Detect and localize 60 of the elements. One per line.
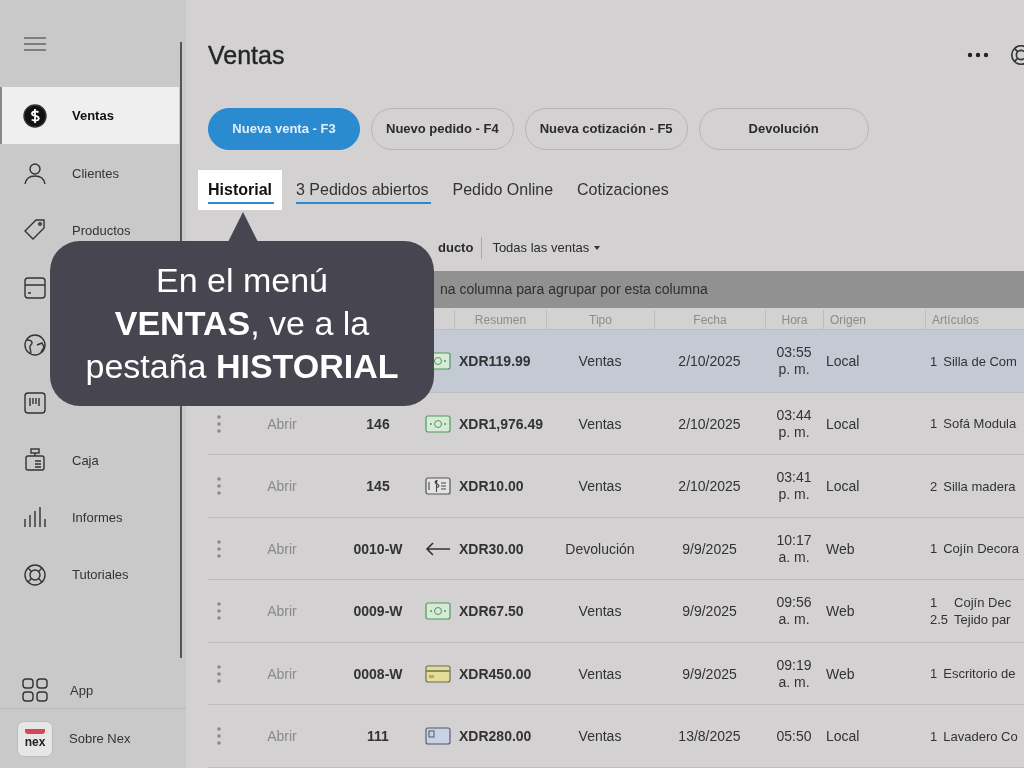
item-quantity: 1 [930, 352, 938, 370]
sale-date: 9/9/2025 [682, 540, 737, 557]
item-name: Silla de Com [943, 352, 1018, 370]
sale-total: XDR450.00 [459, 665, 532, 682]
sale-type: Devolución [565, 540, 635, 557]
order-number: 146 [366, 415, 390, 432]
item-quantity: 2.5 [930, 611, 949, 629]
item-name: Escritorio de [943, 665, 1017, 683]
item-name: Cojín Dec [954, 594, 1013, 612]
item-quantity: 1 [930, 540, 938, 558]
sale-date: 9/9/2025 [682, 603, 737, 620]
sale-origin: Local [826, 728, 860, 745]
filter-label: ducto [438, 236, 483, 259]
order-number: 145 [366, 478, 390, 495]
order-number: 0008-W [353, 665, 403, 682]
sale-total: XDR30.00 [459, 540, 524, 557]
item-quantity: 1 [930, 594, 939, 612]
item-name: Silla madera [943, 477, 1017, 495]
sale-type: Ventas [578, 603, 622, 620]
sale-origin: Web [826, 603, 855, 620]
item-quantity: 1 [930, 665, 938, 683]
sale-time: 03:44 p. m. [776, 406, 812, 441]
item-quantity: 1 [930, 415, 938, 433]
sale-date: 2/10/2025 [678, 353, 741, 370]
order-number: 0010-W [353, 540, 403, 557]
sale-type: Ventas [578, 353, 622, 370]
sale-date: 13/8/2025 [678, 728, 741, 745]
sale-type: Ventas [578, 415, 622, 432]
item-name: Sofá Modula [943, 415, 1018, 433]
sale-date: 2/10/2025 [678, 415, 741, 432]
nex-logo: nex [17, 720, 53, 757]
order-number: 111 [367, 728, 389, 745]
sale-date: 9/9/2025 [682, 665, 737, 682]
item-quantity: 2 [930, 477, 938, 495]
item-name: Cojín Decora [943, 540, 1021, 558]
sale-total: XDR10.00 [459, 478, 524, 495]
sale-type: Ventas [578, 478, 622, 495]
sale-origin: Local [826, 478, 860, 495]
sale-total: XDR1,976.49 [459, 415, 544, 432]
sale-origin: Local [826, 353, 860, 370]
sale-time: 03:41 p. m. [776, 469, 812, 504]
sale-date: 2/10/2025 [678, 478, 741, 495]
sale-total: XDR119.99 [459, 353, 531, 370]
sale-type: Ventas [578, 728, 622, 745]
sale-total: XDR280.00 [459, 728, 532, 745]
sale-origin: Local [826, 415, 860, 432]
item-name: Lavadero Co [943, 727, 1019, 745]
sale-type: Ventas [578, 665, 622, 682]
sale-total: XDR67.50 [459, 603, 524, 620]
page-title: Ventas [208, 40, 286, 70]
item-quantity: 1 [930, 727, 938, 745]
item-name: Tejido par [954, 611, 1012, 629]
sale-time: 03:55 p. m. [776, 344, 812, 379]
sale-time: 09:19 a. m. [776, 656, 812, 691]
sale-time: 10:17 a. m. [776, 531, 812, 566]
sale-origin: Web [826, 540, 855, 557]
sale-time: 05:50 [776, 727, 812, 745]
sale-time: 09:56 a. m. [776, 594, 812, 629]
sale-origin: Web [826, 665, 855, 682]
order-number: 0009-W [353, 603, 403, 620]
